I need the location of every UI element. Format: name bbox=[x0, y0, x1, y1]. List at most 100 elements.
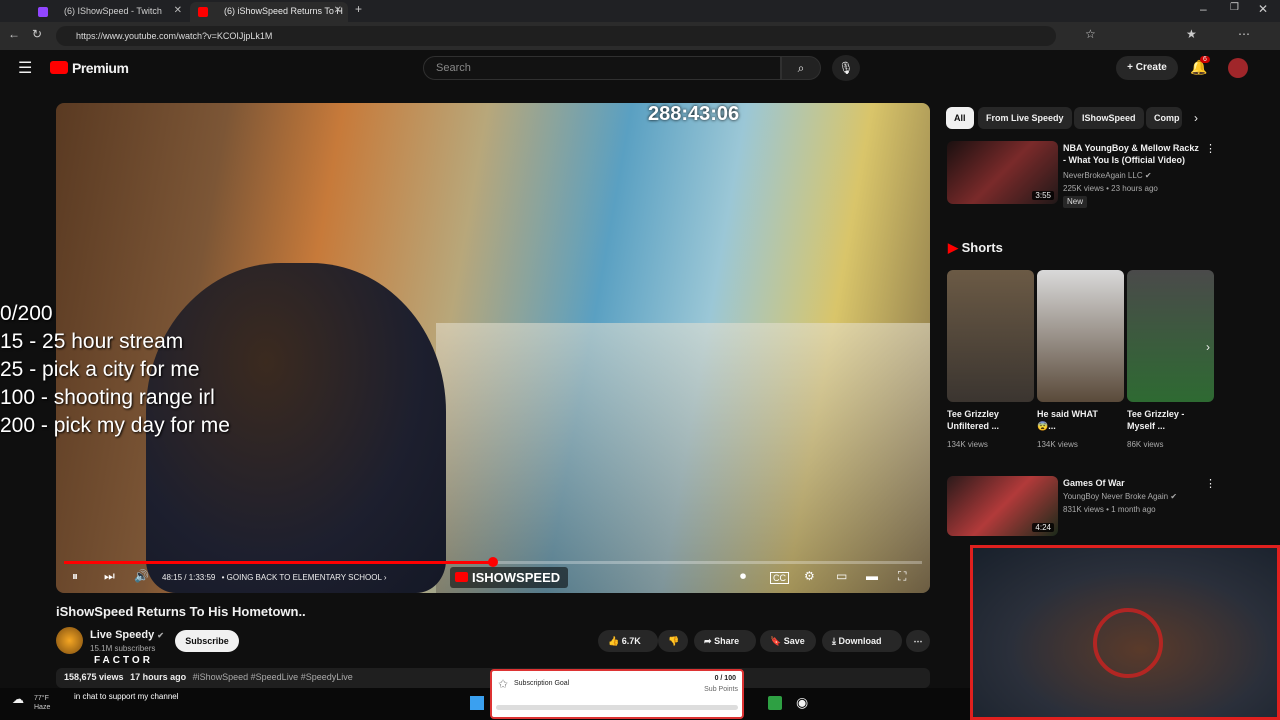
rec-stats: 225K views • 23 hours ago bbox=[1063, 184, 1158, 193]
youtube-logo-icon[interactable] bbox=[50, 61, 68, 74]
subscriber-count: 15.1M subscribers bbox=[90, 644, 156, 653]
mic-button[interactable]: 🎙 bbox=[832, 55, 860, 81]
search-icon: ⌕ bbox=[797, 61, 805, 75]
goal-line: 0/200 bbox=[0, 302, 53, 325]
next-icon[interactable]: ⏭ bbox=[104, 569, 115, 584]
theater-mode-icon[interactable]: ▬ bbox=[866, 569, 878, 583]
goal-line: 200 - pick my day for me bbox=[0, 414, 230, 437]
maximize-button[interactable]: ❐ bbox=[1230, 2, 1239, 13]
app-icon[interactable] bbox=[768, 696, 782, 710]
fullscreen-icon[interactable]: ⛶ bbox=[898, 569, 906, 584]
shorts-icon: ▶ bbox=[948, 240, 958, 255]
volume-icon[interactable]: 🔊 bbox=[134, 569, 149, 583]
tab-youtube[interactable]: (6) iShowSpeed Returns To H ✕ bbox=[190, 2, 348, 22]
play-pause-icon[interactable]: ⏸ bbox=[72, 569, 78, 584]
short-title[interactable]: He said WHAT 😨... bbox=[1037, 408, 1103, 432]
search-button[interactable]: ⌕ bbox=[781, 56, 821, 80]
video-thumbnail[interactable]: 4:24 bbox=[947, 476, 1058, 536]
rec-video-title[interactable]: Games Of War bbox=[1063, 477, 1125, 489]
webcam-overlay bbox=[970, 545, 1280, 720]
video-thumbnail[interactable]: 3:55 bbox=[947, 141, 1058, 204]
goal-line: 100 - shooting range irl bbox=[0, 386, 215, 409]
thumbs-up-icon: 👍 bbox=[608, 636, 620, 646]
url-field[interactable]: https://www.youtube.com/watch?v=KCOIJjpL… bbox=[56, 26, 1056, 46]
progress-knob[interactable] bbox=[488, 557, 498, 567]
verified-icon: ✔ bbox=[1144, 171, 1152, 180]
more-vert-icon[interactable]: ⋮ bbox=[1205, 477, 1216, 490]
menu-icon[interactable]: ☰ bbox=[18, 58, 32, 78]
more-icon[interactable]: ⋯ bbox=[1238, 27, 1250, 41]
sub-goal-unit: Sub Points bbox=[704, 686, 738, 693]
captions-icon[interactable]: CC bbox=[770, 572, 789, 584]
rec-channel[interactable]: NeverBrokeAgain LLC ✔ bbox=[1063, 170, 1152, 182]
shorts-heading-text: Shorts bbox=[961, 240, 1003, 255]
verified-icon: ✔ bbox=[157, 631, 164, 640]
subscribe-button[interactable]: Subscribe bbox=[175, 630, 239, 652]
chip-comp[interactable]: Comp bbox=[1146, 107, 1182, 129]
window-close-button[interactable]: ✕ bbox=[1258, 2, 1268, 16]
close-icon[interactable]: ✕ bbox=[334, 2, 342, 20]
create-button[interactable]: + Create bbox=[1116, 56, 1178, 80]
favorites-icon[interactable]: ★ bbox=[1186, 27, 1197, 41]
chat-message: in chat to support my channel bbox=[74, 692, 179, 701]
sub-goal-title: Subscription Goal bbox=[514, 680, 570, 687]
time-display: 48:15 / 1:33:59 • GOING BACK TO ELEMENTA… bbox=[162, 573, 387, 582]
back-icon[interactable]: ← bbox=[8, 27, 20, 41]
chapter-title[interactable]: • GOING BACK TO ELEMENTARY SCHOOL bbox=[222, 573, 382, 582]
avatar[interactable] bbox=[1228, 58, 1248, 78]
video-frame-desks bbox=[436, 323, 930, 593]
dislike-button[interactable]: 👎 bbox=[658, 630, 688, 652]
weather-widget[interactable]: 77°F Haze bbox=[34, 694, 50, 712]
star-icon: ✩ bbox=[498, 677, 509, 691]
download-button[interactable]: ⤓ Download bbox=[822, 630, 902, 652]
minimize-button[interactable]: – bbox=[1200, 2, 1207, 16]
short-thumbnail[interactable] bbox=[1037, 270, 1124, 402]
stream-timer: 288:43:06 bbox=[648, 103, 740, 125]
close-icon[interactable]: ✕ bbox=[174, 2, 182, 20]
search-placeholder: Search bbox=[436, 62, 471, 74]
windows-start-icon[interactable] bbox=[470, 696, 484, 710]
stream-goals-overlay: 0/200 15 - 25 hour stream 25 - pick a ci… bbox=[0, 300, 230, 440]
short-views: 134K views bbox=[947, 440, 988, 449]
settings-gear-icon[interactable]: ⚙ bbox=[804, 569, 815, 583]
short-title[interactable]: Tee Grizzley - Myself ... bbox=[1127, 408, 1199, 432]
upload-age: 17 hours ago bbox=[130, 672, 187, 682]
share-button[interactable]: ➦ Share bbox=[694, 630, 756, 652]
channel-name[interactable]: Live Speedy ✔ bbox=[90, 629, 164, 641]
chip-from-channel[interactable]: From Live Speedy bbox=[978, 107, 1072, 129]
new-tab-button[interactable]: + bbox=[355, 2, 362, 16]
app-icon[interactable]: ◉ bbox=[796, 694, 808, 711]
video-title: iShowSpeed Returns To His Hometown.. bbox=[56, 604, 306, 619]
more-vert-icon[interactable]: ⋮ bbox=[1205, 142, 1216, 155]
rec-channel[interactable]: YoungBoy Never Broke Again ✔ bbox=[1063, 491, 1177, 503]
tab-twitch[interactable]: (6) IShowSpeed - Twitch ✕ bbox=[30, 2, 188, 22]
like-button[interactable]: 👍 6.7K bbox=[598, 630, 658, 652]
rec-stats: 831K views • 1 month ago bbox=[1063, 505, 1156, 514]
hashtags[interactable]: #iShowSpeed #SpeedLive #SpeedyLive bbox=[193, 672, 353, 682]
chevron-right-icon[interactable]: › bbox=[1194, 111, 1198, 125]
short-thumbnail[interactable] bbox=[947, 270, 1034, 402]
search-input[interactable]: Search bbox=[423, 56, 781, 80]
chip-all[interactable]: All bbox=[946, 107, 974, 129]
more-actions-button[interactable]: ⋯ bbox=[906, 630, 930, 652]
logo-text[interactable]: Premium bbox=[72, 60, 129, 76]
download-icon: ⤓ bbox=[832, 636, 836, 646]
new-badge: New bbox=[1063, 196, 1088, 208]
chip-ishowspeed[interactable]: IShowSpeed bbox=[1074, 107, 1144, 129]
chevron-right-icon[interactable]: › bbox=[1206, 340, 1210, 354]
autoplay-toggle[interactable]: ⏺ bbox=[740, 569, 746, 584]
progress-bar[interactable] bbox=[64, 557, 922, 567]
duration-badge: 3:55 bbox=[1032, 191, 1054, 200]
sub-goal-count: 0 / 100 bbox=[714, 675, 736, 682]
save-button[interactable]: 🔖 Save bbox=[760, 630, 816, 652]
progress-fill bbox=[64, 561, 493, 564]
channel-avatar[interactable] bbox=[56, 627, 83, 654]
refresh-icon[interactable]: ↻ bbox=[32, 27, 42, 41]
rec-video-title[interactable]: NBA YoungBoy & Mellow Rackz - What You I… bbox=[1063, 142, 1203, 166]
tab-label: (6) IShowSpeed - Twitch bbox=[64, 6, 162, 16]
short-thumbnail[interactable] bbox=[1127, 270, 1214, 402]
sub-goal-bar bbox=[496, 705, 738, 710]
short-title[interactable]: Tee Grizzley Unfiltered ... bbox=[947, 408, 1017, 432]
miniplayer-icon[interactable]: ▭ bbox=[836, 569, 847, 583]
favorite-star-icon[interactable]: ☆ bbox=[1085, 27, 1096, 41]
